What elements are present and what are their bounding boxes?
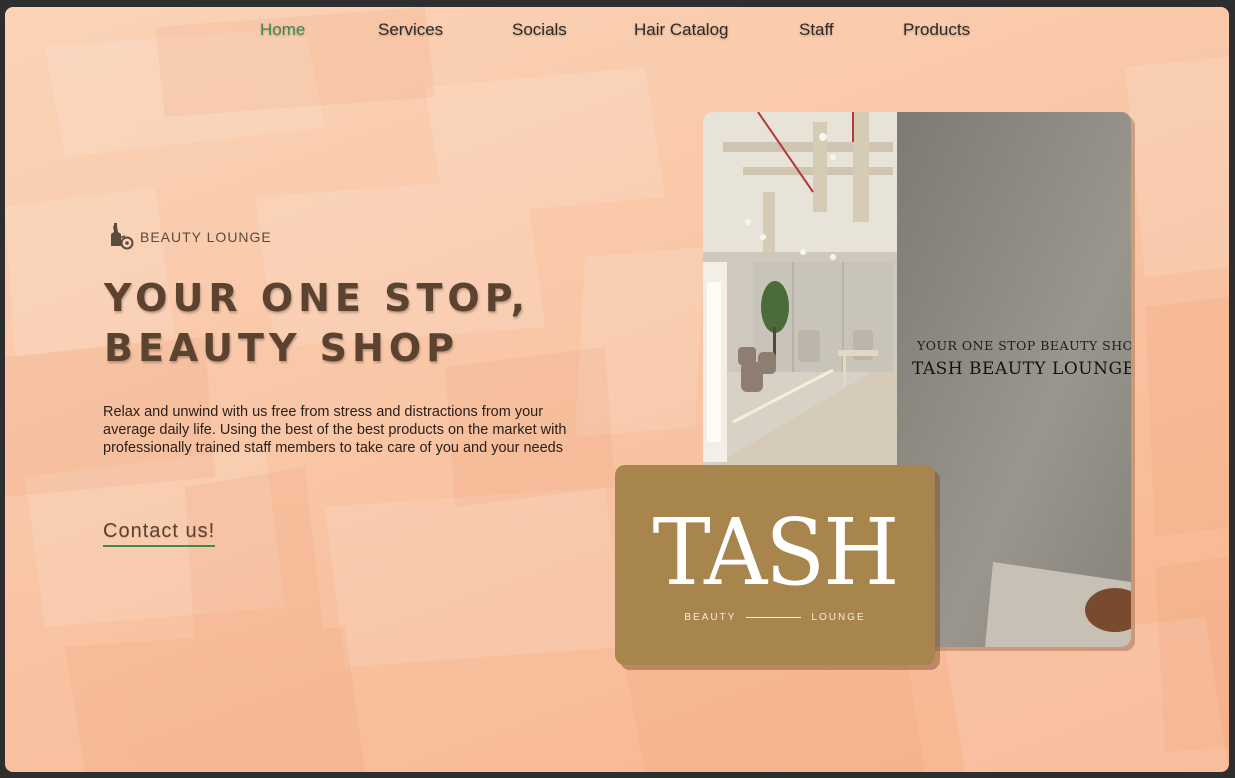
logo-sub-left: BEAUTY — [684, 611, 737, 623]
brand-tag: BEAUTY LOUNGE — [105, 223, 272, 251]
hero-description: Relax and unwind with us free from stres… — [103, 404, 567, 456]
salon-icon — [111, 223, 134, 250]
nav-services[interactable]: Services — [378, 20, 443, 40]
nav-socials[interactable]: Socials — [512, 20, 567, 40]
page-title: YOUR ONE STOP, BEAUTY SHOP — [104, 273, 624, 373]
logo-sub-right: LOUNGE — [811, 611, 866, 623]
wall-tagline: YOUR ONE STOP BEAUTY SHOP — [917, 338, 1131, 353]
main-nav: Home Services Socials Hair Catalog Staff… — [5, 20, 1229, 46]
nav-staff[interactable]: Staff — [799, 20, 834, 40]
page-frame: Home Services Socials Hair Catalog Staff… — [5, 7, 1229, 772]
nav-hair-catalog[interactable]: Hair Catalog — [634, 20, 729, 40]
headline-line-1: YOUR ONE STOP, — [104, 276, 531, 320]
logo-subtitle: BEAUTY LOUNGE — [684, 612, 865, 623]
logo-wordmark: TASH — [652, 498, 899, 606]
brand-label: BEAUTY LOUNGE — [140, 229, 272, 245]
nav-home[interactable]: Home — [260, 20, 305, 40]
logo-divider — [746, 616, 802, 618]
nav-products[interactable]: Products — [903, 20, 970, 40]
headline-line-2: BEAUTY SHOP — [104, 326, 460, 370]
contact-us-link[interactable]: Contact us! — [103, 520, 216, 547]
wall-sign: TASH BEAUTY LOUNGE — [912, 359, 1131, 379]
brand-logo-card: TASH BEAUTY LOUNGE — [615, 465, 935, 665]
